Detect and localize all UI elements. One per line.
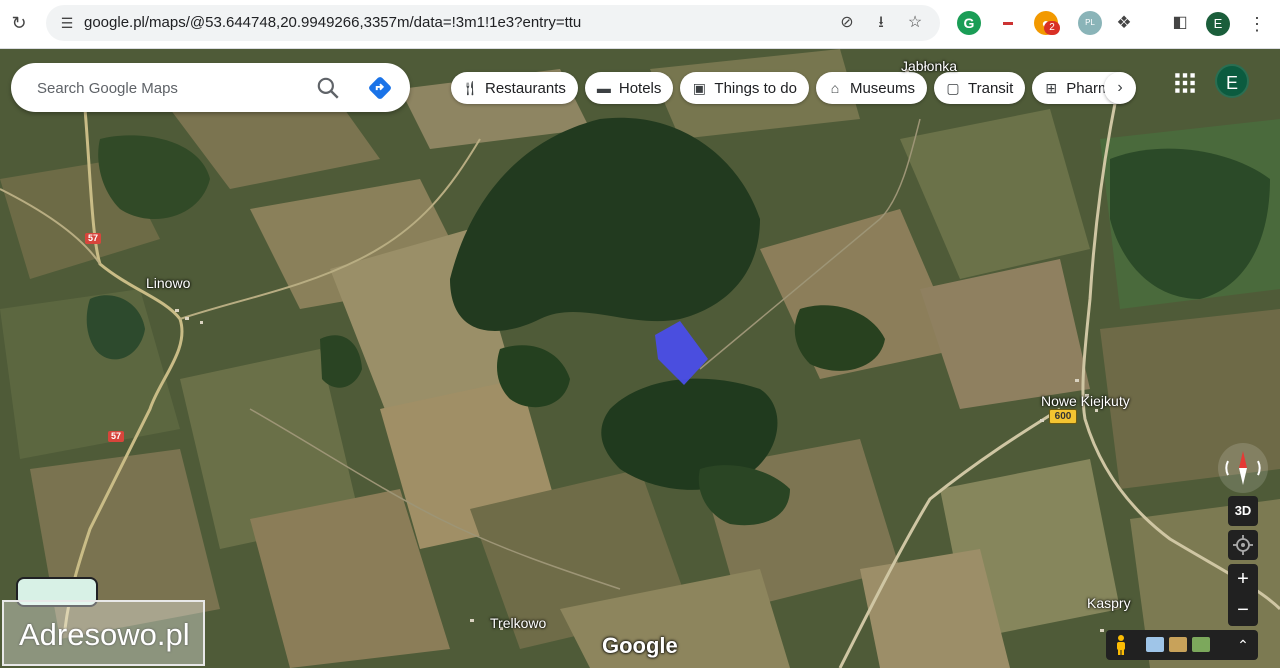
chip-label: Transit (968, 79, 1014, 97)
pegman-icon[interactable] (1112, 634, 1130, 656)
watermark-overlay: Adresowo.pl (2, 600, 205, 666)
road-badge: 600 (1049, 409, 1077, 424)
reload-icon[interactable]: ↻ (8, 12, 30, 34)
address-bar[interactable]: ☰ google.pl/maps/@53.644748,20.9949266,3… (46, 5, 940, 41)
chip-label: Things to do (714, 79, 797, 97)
google-apps-icon[interactable] (1172, 70, 1198, 96)
my-location-button[interactable] (1228, 530, 1258, 560)
zoom-control: + − (1228, 564, 1258, 626)
zoom-out-button[interactable]: − (1228, 595, 1258, 626)
category-chips: 🍴︎ Restaurants ▬ Hotels ▣ Things to do ⌂ Mus… (451, 72, 1135, 104)
watermark-text: Adresowo.pl (19, 617, 190, 652)
place-label-linowo[interactable]: Linowo (146, 275, 190, 291)
directions-icon[interactable] (367, 75, 393, 101)
chip-label: Hotels (618, 79, 662, 97)
bed-icon: ▬ (596, 80, 611, 96)
chip-museums[interactable]: ⌂ Museums (815, 72, 927, 104)
layers-bar: ⌃ (1106, 630, 1258, 660)
layer-thumb-imagery[interactable] (1146, 637, 1164, 652)
layer-thumb-satellite[interactable] (1192, 637, 1210, 652)
chip-hotels[interactable]: ▬ Hotels (584, 72, 674, 104)
museum-icon: ⌂ (830, 80, 840, 96)
browser-menu-icon[interactable]: ⋮ (1248, 12, 1266, 36)
road-badge: 57 (108, 431, 124, 442)
map-search-box (11, 63, 410, 112)
map-imagery (0, 49, 1280, 668)
profile-avatar[interactable]: E (1206, 12, 1230, 36)
install-app-icon[interactable]: ⭳ (870, 12, 892, 34)
extension-badge: 2 (1044, 21, 1060, 35)
pl-badge: PL (1085, 18, 1095, 27)
chip-label: Restaurants (485, 79, 566, 97)
google-logo: Google (602, 633, 678, 658)
location-target-icon (1233, 535, 1253, 555)
place-label-kaspry[interactable]: Kaspry (1087, 595, 1131, 611)
camera-icon: ▣ (692, 80, 707, 96)
browser-toolbar: ↻ ☰ google.pl/maps/@53.644748,20.9949266… (0, 0, 1280, 49)
train-icon: ▢ (946, 80, 960, 96)
chip-restaurants[interactable]: 🍴︎ Restaurants (451, 72, 578, 104)
chip-transit[interactable]: ▢ Transit (934, 72, 1026, 104)
translate-extension-icon[interactable]: PL (1078, 11, 1102, 35)
account-avatar[interactable]: E (1215, 64, 1249, 98)
grammarly-extension-icon[interactable]: G (957, 11, 981, 35)
bookmark-star-icon[interactable]: ☆ (904, 12, 926, 34)
chip-label: Museums (849, 79, 915, 97)
compass-icon (1225, 451, 1261, 485)
expand-layers-icon[interactable]: ⌃ (1234, 636, 1252, 654)
zoom-in-button[interactable]: + (1228, 564, 1258, 595)
view-3d-button[interactable]: 3D (1228, 496, 1258, 526)
search-icon[interactable] (315, 75, 341, 101)
place-label-jablonka[interactable]: Jabłonka (901, 58, 957, 74)
chevron-right-icon: › (1117, 79, 1123, 96)
url-text[interactable]: google.pl/maps/@53.644748,20.9949266,335… (84, 14, 581, 31)
extension-icon[interactable]: ▬ (996, 11, 1020, 35)
puzzle-extensions-icon[interactable]: ❖ (1112, 11, 1136, 35)
place-label-nowe-kiejkuty[interactable]: Nowe Kiejkuty (1041, 393, 1130, 409)
road-badge: 57 (85, 233, 101, 244)
utensils-icon: 🍴︎ (461, 80, 479, 96)
side-panel-icon[interactable]: ◧ (1168, 11, 1192, 35)
layer-thumb-terrain[interactable] (1169, 637, 1187, 652)
chips-scroll-right-button[interactable]: › (1104, 72, 1136, 104)
pharmacy-icon: ⊞ (1045, 80, 1058, 96)
chip-things-to-do[interactable]: ▣ Things to do (680, 72, 809, 104)
site-info-icon[interactable]: ☰ (56, 12, 78, 34)
place-label-trelkowo[interactable]: Trelkowo (490, 615, 546, 631)
search-input[interactable] (35, 75, 309, 101)
satellite-map[interactable] (0, 49, 1280, 668)
compass-control[interactable] (1218, 443, 1268, 493)
eye-off-icon[interactable]: ⊘ (836, 12, 858, 34)
